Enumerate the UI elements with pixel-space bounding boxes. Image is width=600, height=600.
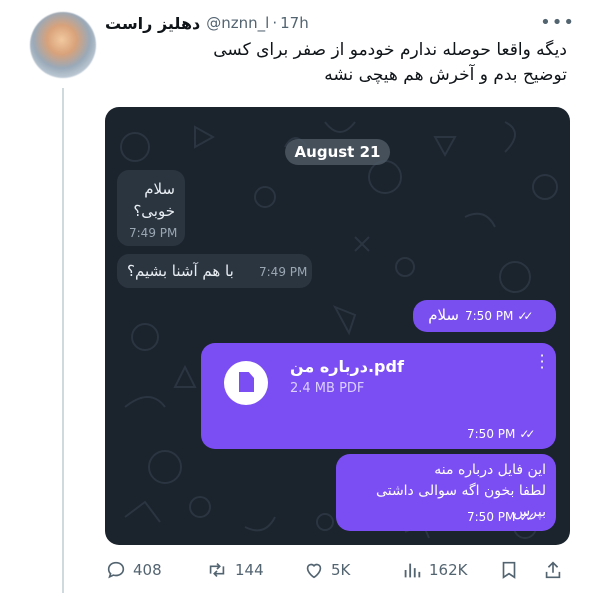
incoming-message[interactable]: با هم آشنا بشیم؟ 7:49 PM: [117, 254, 312, 288]
message-time-label: 7:50 PM: [467, 427, 516, 441]
file-menu-icon[interactable]: · · ·: [538, 348, 546, 376]
bookmark-icon: [502, 561, 516, 579]
tweet-text-line: دیگه واقعا حوصله ندارم خودمو از صفر برای…: [213, 40, 567, 60]
message-line: خوبی؟: [133, 202, 175, 220]
views-button[interactable]: 162K: [401, 559, 467, 581]
outgoing-message[interactable]: این فایل درباره منه لطفا بخون اگه سوالی …: [336, 454, 556, 531]
message-time-label: 7:50 PM: [467, 510, 516, 524]
thread-line: [62, 88, 64, 593]
reply-count: 408: [133, 561, 162, 579]
views-count: 162K: [429, 561, 468, 579]
share-icon: [545, 561, 561, 579]
message-time: 7:49 PM: [129, 226, 178, 240]
more-options-icon[interactable]: •••: [540, 12, 575, 33]
like-icon: [306, 563, 322, 579]
message-time: 7:50 PM ✓✓: [467, 427, 536, 441]
message-time: 7:50 PM ✓✓: [465, 309, 534, 323]
message-time-label: 7:50 PM: [465, 309, 514, 323]
display-name[interactable]: دهلیز راست: [105, 14, 200, 33]
tweet-time[interactable]: 17h: [280, 14, 309, 32]
repost-icon: [209, 562, 225, 578]
separator-dot: ·: [272, 14, 278, 32]
message-line: سلام: [144, 180, 175, 198]
file-name[interactable]: درباره من.pdf: [290, 357, 404, 376]
message-line: این فایل درباره منه: [434, 462, 546, 478]
file-size: 2.4 MB PDF: [290, 381, 365, 396]
message-time: 7:50 PM ✓✓: [467, 510, 536, 524]
date-separator: August 21: [284, 139, 391, 165]
avatar[interactable]: [30, 12, 96, 78]
message-time: 7:49 PM: [259, 265, 308, 279]
repost-count: 144: [235, 561, 264, 579]
message-text: سلام: [428, 306, 459, 324]
reply-button[interactable]: 408: [105, 559, 162, 581]
outgoing-message[interactable]: سلام 7:50 PM ✓✓: [413, 300, 556, 332]
message-text: با هم آشنا بشیم؟: [127, 262, 234, 280]
incoming-message[interactable]: سلام خوبی؟ 7:49 PM: [117, 170, 185, 246]
tweet-actions-bar: 408 144 5K 162K: [105, 555, 575, 585]
like-count: 5K: [331, 561, 351, 579]
read-checks-icon: ✓✓: [519, 510, 535, 524]
like-button[interactable]: 5K: [303, 559, 350, 581]
attached-screenshot[interactable]: August 21 سلام خوبی؟ 7:49 PM با هم آشنا …: [105, 107, 570, 545]
bookmark-button[interactable]: [498, 559, 526, 581]
outgoing-file-message[interactable]: درباره من.pdf 2.4 MB PDF · · · 7:50 PM ✓✓: [201, 343, 556, 449]
views-icon: [404, 563, 421, 578]
repost-button[interactable]: 144: [205, 559, 264, 581]
tweet-header: دهلیز راست @nznn_l · 17h •••: [105, 12, 575, 34]
read-checks-icon: ✓✓: [517, 309, 533, 323]
user-handle[interactable]: @nznn_l: [206, 14, 269, 32]
message-text: سلام خوبی؟: [133, 178, 175, 222]
tweet-text-line: توضیح بدم و آخرش هم هیچی نشه: [324, 65, 567, 85]
share-button[interactable]: [542, 559, 570, 581]
read-checks-icon: ✓✓: [519, 427, 535, 441]
tweet-text: دیگه واقعا حوصله ندارم خودمو از صفر برای…: [105, 38, 567, 88]
document-icon[interactable]: [224, 361, 268, 405]
reply-icon: [107, 561, 125, 579]
